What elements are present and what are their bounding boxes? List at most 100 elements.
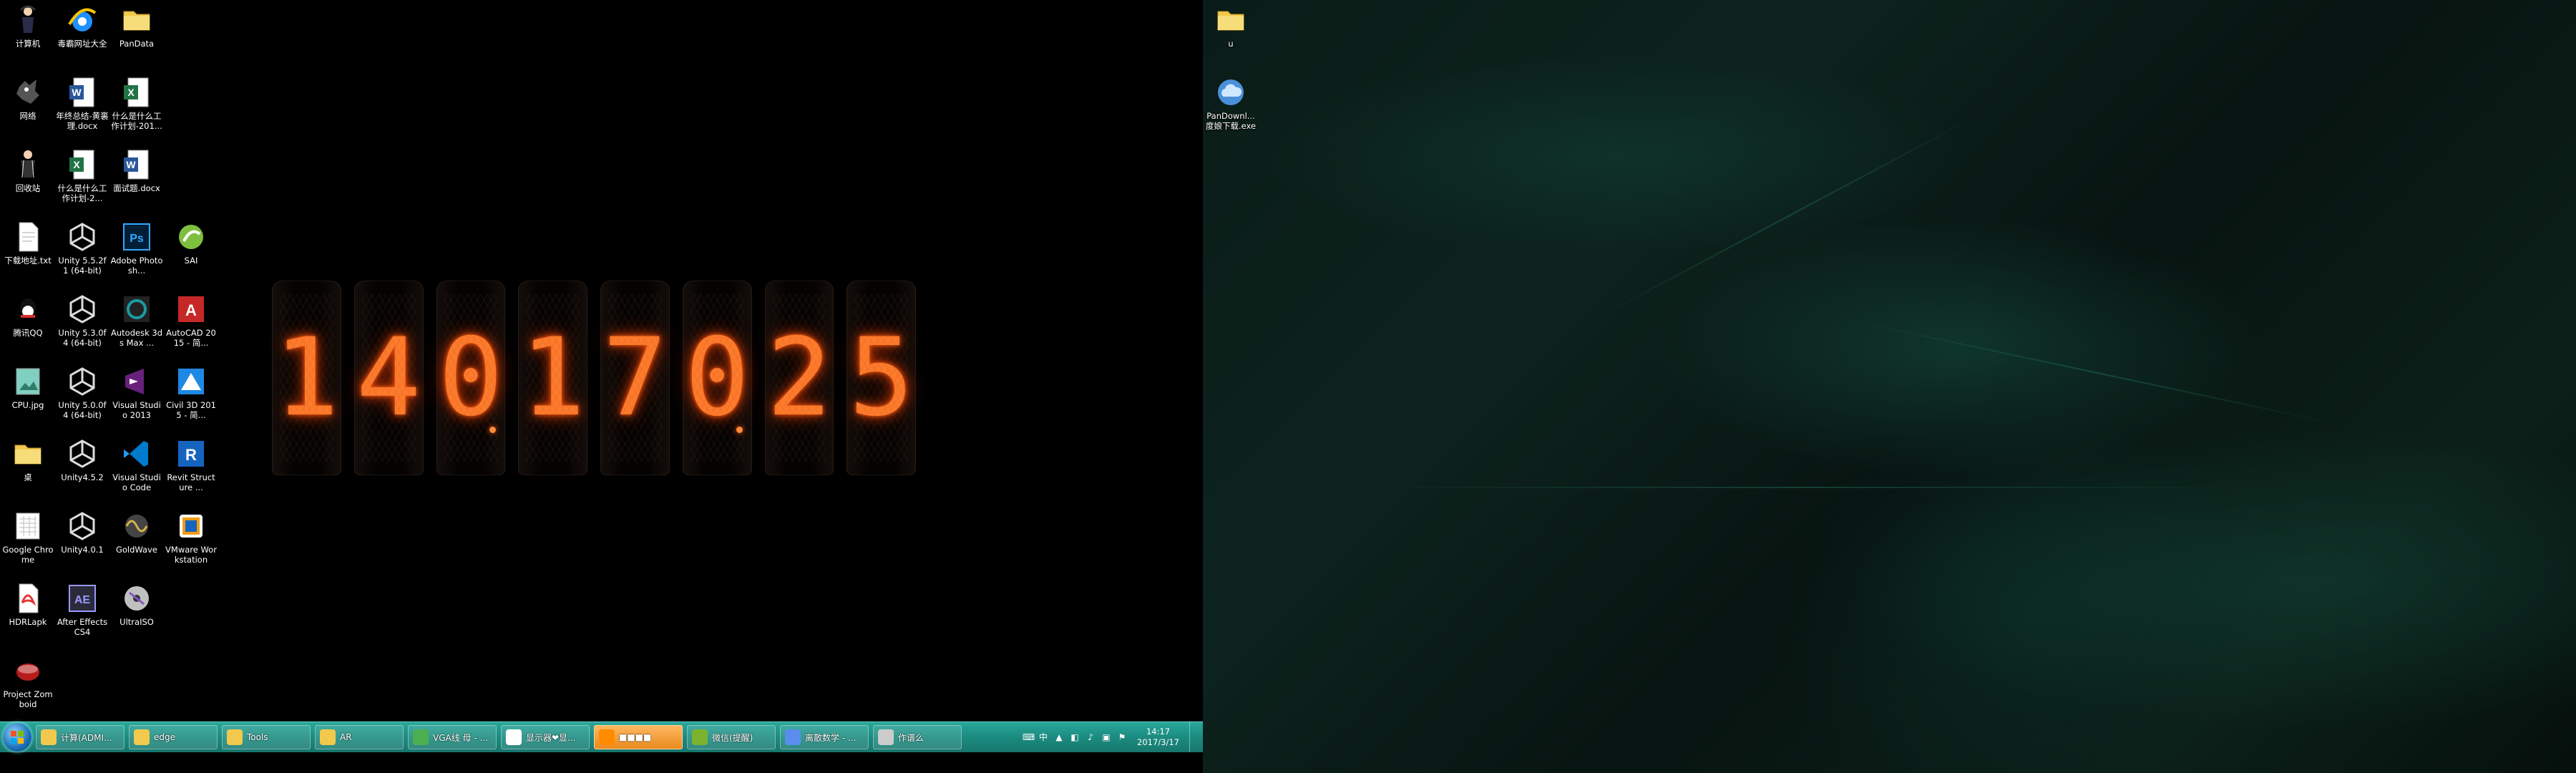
tube-mesh xyxy=(280,294,333,462)
wechat-icon xyxy=(692,729,708,745)
desktop-shortcut[interactable]: Unity4.5.2 xyxy=(56,435,109,482)
desktop-shortcut[interactable]: 回收站 xyxy=(1,146,54,193)
desktop-shortcut[interactable]: X 什么是什么工作计划-201... xyxy=(110,74,163,131)
taskbar-clock[interactable]: 14:17 2017/3/17 xyxy=(1133,726,1184,748)
desktop-shortcut[interactable]: AE After Effects CS4 xyxy=(56,580,109,637)
taskbar-button[interactable]: VGA线 母 - ... xyxy=(408,725,497,749)
autocad-icon: A xyxy=(174,292,208,326)
desktop-shortcut[interactable]: Autodesk 3ds Max ... xyxy=(110,291,163,348)
taskbar-button[interactable]: 离散数学 - ... xyxy=(780,725,869,749)
desktop-shortcut[interactable]: Google Chrome xyxy=(1,507,54,565)
desktop-shortcut[interactable]: 下载地址.txt xyxy=(1,218,54,266)
desktop-shortcut[interactable]: UltraISO xyxy=(110,580,163,627)
tube-mesh xyxy=(772,294,826,462)
taskbar-button[interactable]: Tools xyxy=(222,725,311,749)
desktop-shortcut-label: Google Chrome xyxy=(2,545,54,565)
nixie-tube: 1 xyxy=(518,281,587,475)
taskbar-button-label: Tools xyxy=(247,732,268,742)
desktop-shortcut[interactable]: X 什么是什么工作计划-2... xyxy=(56,146,109,203)
desktop-shortcut[interactable]: A AutoCAD 2015 - 简... xyxy=(165,291,218,348)
desktop-shortcut[interactable]: 网络 xyxy=(1,74,54,121)
desktop-shortcut-label: 年终总结-黄裏理.docx xyxy=(56,111,109,131)
computer-icon xyxy=(11,3,45,37)
desktop-shortcut[interactable]: PanDownl...度娘下载.exe xyxy=(1204,74,1257,131)
desktop-shortcut-label: Visual Studio 2013 xyxy=(112,400,161,420)
desktop-shortcut[interactable]: u xyxy=(1204,1,1257,49)
desktop-shortcut[interactable]: 桌 xyxy=(1,435,54,482)
desktop-shortcut-label: After Effects CS4 xyxy=(57,617,108,637)
network-tray-icon[interactable]: ◧ xyxy=(1070,732,1080,742)
taskbar-button-label: VGA线 母 - ... xyxy=(433,732,488,743)
flag-icon[interactable]: ⚑ xyxy=(1117,732,1127,742)
desktop-shortcut[interactable]: CPU.jpg xyxy=(1,363,54,410)
desktop-shortcut[interactable]: 腾讯QQ xyxy=(1,291,54,338)
nixie-tube: 4 xyxy=(353,281,424,475)
unity-icon xyxy=(65,509,99,543)
3dsmax-icon xyxy=(119,292,154,326)
taskbar-button[interactable]: AR xyxy=(315,725,404,749)
start-button[interactable] xyxy=(3,723,31,752)
clock-date: 2017/3/17 xyxy=(1137,737,1179,747)
desktop-shortcut[interactable]: Unity4.0.1 xyxy=(56,507,109,555)
desktop-shortcut[interactable]: 计算机 xyxy=(1,1,54,49)
taskbar-button[interactable]: 作谱么 xyxy=(873,725,962,749)
desktop-shortcut-label: GoldWave xyxy=(115,545,157,555)
taskbar-button[interactable]: 微信(提醒) xyxy=(687,725,776,749)
volume-icon[interactable]: ♪ xyxy=(1085,732,1096,742)
folder-icon xyxy=(41,729,57,745)
desktop-shortcut[interactable]: Civil 3D 2015 - 简... xyxy=(165,363,218,420)
desktop-shortcut-label: 面试题.docx xyxy=(113,183,160,193)
desktop-shortcut[interactable]: Ps Adobe Photosh... xyxy=(110,218,163,276)
nixie-tube: 7 xyxy=(600,281,670,475)
pdf-icon xyxy=(11,581,45,616)
desktop-shortcut[interactable]: GoldWave xyxy=(110,507,163,555)
vscode-icon xyxy=(119,437,154,471)
nixie-tube: 0 xyxy=(436,281,506,475)
desktop-shortcut[interactable]: R Revit Structure ... xyxy=(165,435,218,492)
taskbar-button[interactable]: ■■■■ xyxy=(594,725,683,749)
desktop-shortcut-label: 桌 xyxy=(24,472,32,482)
desktop-shortcut[interactable]: SAI xyxy=(165,218,218,266)
tube-mesh xyxy=(690,294,744,462)
taskbar-button-label: 作谱么 xyxy=(898,732,924,743)
desktop-shortcut[interactable]: Project Zomboid xyxy=(1,652,54,709)
cloud-icon xyxy=(1214,75,1248,110)
svg-text:Ps: Ps xyxy=(130,233,144,245)
taskbar-button[interactable]: 计算(ADMI... xyxy=(36,725,125,749)
desktop-shortcut-label: Unity 5.5.2f1 (64-bit) xyxy=(58,256,107,276)
desktop-shortcut-label: 回收站 xyxy=(15,183,41,193)
desktop-shortcut[interactable]: Unity 5.0.0f4 (64-bit) xyxy=(56,363,109,420)
svg-text:X: X xyxy=(73,159,80,170)
revit-icon: R xyxy=(174,437,208,471)
notification-icon[interactable]: ▣ xyxy=(1101,732,1111,742)
clock-time: 14:17 xyxy=(1146,726,1171,736)
input-method-icon[interactable]: 中 xyxy=(1038,732,1048,742)
desktop-shortcut[interactable]: 毒霸网址大全 xyxy=(56,1,109,49)
desktop-shortcut[interactable]: PanData xyxy=(110,1,163,49)
qq-chat-icon xyxy=(506,729,522,745)
unity-icon xyxy=(65,437,99,471)
desktop-shortcut-label: SAI xyxy=(184,256,198,266)
arrow-up-icon[interactable]: ▲ xyxy=(1054,732,1064,742)
ultraiso-icon xyxy=(119,581,154,616)
desktop-shortcut[interactable]: HDRLapk xyxy=(1,580,54,627)
show-desktop-button[interactable] xyxy=(1189,722,1197,752)
desktop-shortcut-label: 什么是什么工作计划-2... xyxy=(57,183,107,203)
desktop-shortcut[interactable]: Visual Studio Code xyxy=(110,435,163,492)
taskbar-button-label: edge xyxy=(154,732,175,742)
goldwave-icon xyxy=(119,509,154,543)
desktop-shortcut[interactable]: W 年终总结-黄裏理.docx xyxy=(56,74,109,131)
taskbar-button[interactable]: edge xyxy=(129,725,218,749)
desktop-shortcut-label: VMware Workstation xyxy=(165,545,217,565)
desktop-shortcut[interactable]: VMware Workstation xyxy=(165,507,218,565)
sai-icon xyxy=(174,220,208,254)
word-icon: W xyxy=(65,75,99,110)
desktop-shortcut[interactable]: Unity 5.3.0f4 (64-bit) xyxy=(56,291,109,348)
desktop-shortcut[interactable]: Unity 5.5.2f1 (64-bit) xyxy=(56,218,109,276)
svg-text:AE: AE xyxy=(74,594,91,606)
desktop-shortcut[interactable]: Visual Studio 2013 xyxy=(110,363,163,420)
desktop-shortcut-label: Adobe Photosh... xyxy=(110,256,163,276)
keyboard-icon[interactable]: ⌨ xyxy=(1023,732,1035,742)
taskbar-button[interactable]: 显示器❤显... xyxy=(501,725,590,749)
desktop-shortcut[interactable]: W 面试题.docx xyxy=(110,146,163,193)
